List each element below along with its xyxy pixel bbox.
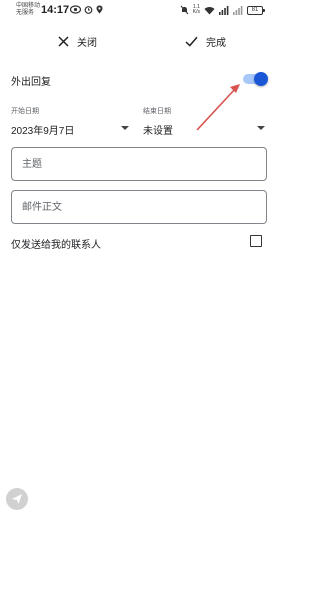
subject-field: [11, 147, 267, 181]
end-date-value: 未设置: [143, 126, 173, 137]
end-date-dropdown[interactable]: 未设置: [143, 121, 267, 137]
close-button[interactable]: 关闭: [58, 34, 97, 49]
location-icon: [96, 5, 103, 14]
contacts-only-checkbox[interactable]: [250, 235, 262, 247]
check-icon: [185, 36, 198, 47]
auto-reply-toggle[interactable]: [243, 72, 268, 86]
start-date-block: 开始日期 2023年9月7日: [11, 106, 131, 138]
contacts-only-label: 仅发送给我的联系人: [11, 240, 101, 251]
end-date-block: 结束日期 未设置: [143, 106, 267, 138]
network-speed: 1.1 K/s: [193, 5, 200, 15]
clock: 14:17: [41, 4, 70, 16]
signal-icon-2: [233, 5, 243, 15]
subject-input[interactable]: [12, 148, 266, 180]
carrier-name: 中国移动: [16, 3, 41, 9]
status-icons-right: 1.1 K/s 81: [180, 5, 265, 15]
action-bar: 关闭 完成: [0, 28, 277, 58]
close-icon: [58, 36, 69, 47]
wifi-icon: [204, 6, 215, 14]
carrier-service: 无服务: [16, 10, 35, 16]
auto-reply-row: 外出回复: [0, 68, 277, 92]
battery-indicator: 81: [247, 5, 265, 15]
start-date-dropdown[interactable]: 2023年9月7日: [11, 121, 131, 137]
status-bar: 中国移动 无服务 14:17 1.1 K/s 81: [0, 0, 277, 22]
done-button[interactable]: 完成: [185, 34, 226, 49]
floating-assistant-button[interactable]: [6, 488, 28, 510]
send-icon: [12, 494, 22, 504]
dropdown-arrow-icon: [121, 126, 129, 130]
body-field: [11, 190, 267, 224]
done-label: 完成: [206, 38, 226, 49]
close-label: 关闭: [77, 38, 97, 49]
auto-reply-label: 外出回复: [11, 77, 51, 88]
message-body-input[interactable]: [12, 191, 266, 223]
carrier-info: 中国移动 无服务: [16, 3, 40, 17]
status-icons-left: [70, 5, 103, 14]
network-speed-unit: K/s: [192, 9, 200, 15]
alarm-icon: [84, 6, 93, 14]
signal-icon: [219, 5, 229, 15]
dropdown-arrow-icon: [257, 126, 265, 130]
start-date-caption: 开始日期: [11, 108, 39, 115]
start-date-value: 2023年9月7日: [11, 126, 75, 137]
mute-bell-icon: [180, 5, 189, 15]
eye-icon: [70, 5, 81, 14]
contacts-only-row: 仅发送给我的联系人: [0, 232, 277, 252]
toggle-thumb: [254, 72, 268, 86]
end-date-caption: 结束日期: [143, 108, 171, 115]
